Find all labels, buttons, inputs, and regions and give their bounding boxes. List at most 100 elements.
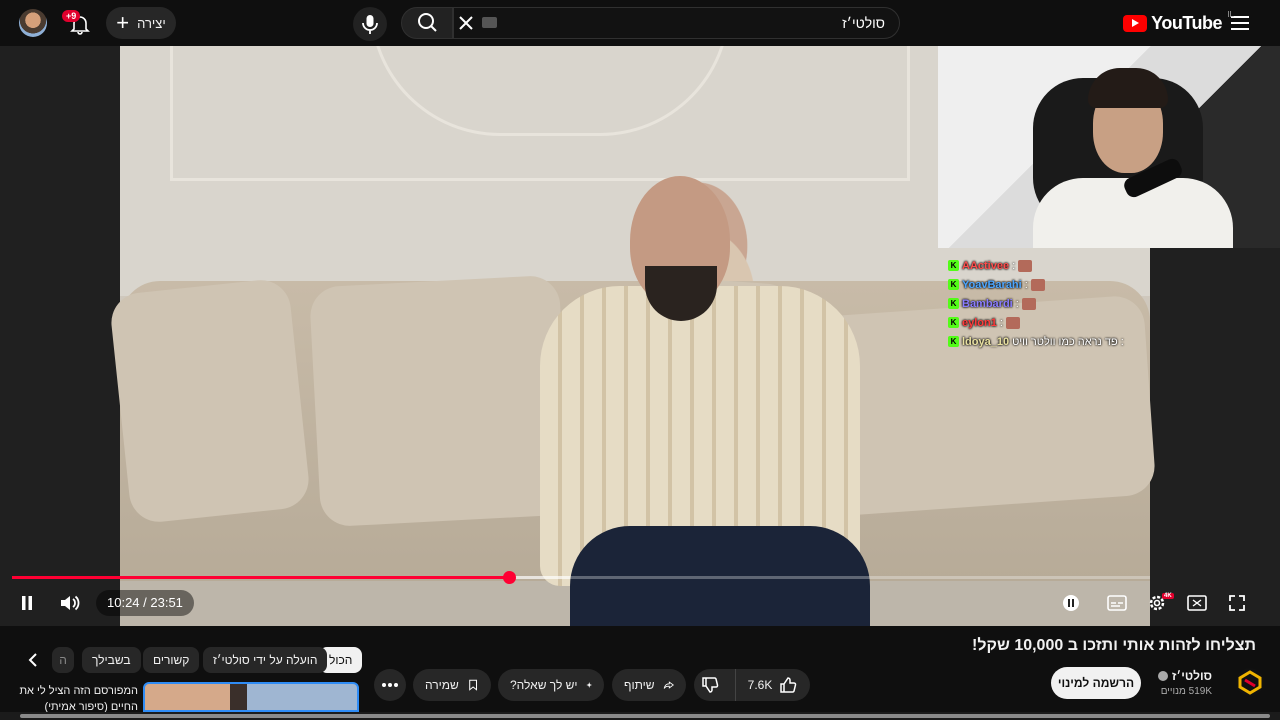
youtube-logo[interactable]: YouTube IL [1123, 10, 1234, 34]
kick-badge-icon: K [948, 279, 959, 290]
video-info-area: תצליחו לזהות אותי ותזכו ב 10,000 שקל! סו… [0, 626, 1280, 720]
top-bar: YouTube IL + יצירה +9 [0, 0, 1280, 46]
scrollbar-thumb[interactable] [20, 714, 1270, 718]
search-box [453, 7, 900, 39]
subscribe-button[interactable]: הרשמה למינוי [1051, 667, 1141, 699]
kick-badge-icon: K [948, 336, 959, 347]
chevron-left-icon [28, 653, 37, 667]
account-avatar[interactable] [19, 9, 47, 37]
clear-search-icon[interactable] [455, 12, 477, 34]
ask-label: יש לך שאלה? [510, 678, 578, 692]
share-button[interactable]: שיתוף [612, 669, 686, 701]
chat-username: Bambardi [962, 297, 1013, 310]
like-button[interactable]: 7.6K [734, 669, 810, 701]
thumbs-down-icon [702, 677, 719, 693]
share-icon [663, 681, 674, 689]
save-button[interactable]: שמירה [413, 669, 491, 701]
channel-logo-icon [1238, 670, 1262, 695]
sofa-cushion [308, 274, 572, 528]
progress-scrubber-handle[interactable] [502, 571, 516, 584]
chat-text: : [1015, 297, 1019, 310]
recommended-video-thumbnail[interactable] [143, 682, 359, 712]
pause-button[interactable] [14, 589, 40, 617]
chat-message: K Bambardi : [948, 294, 1148, 313]
share-label: שיתוף [624, 678, 655, 692]
country-code: IL [1227, 10, 1234, 19]
fullscreen-icon [1229, 595, 1245, 611]
chat-text: : [999, 316, 1003, 329]
chat-text: : [1024, 278, 1028, 291]
subtitles-icon [1107, 595, 1127, 611]
thumbs-up-icon [780, 677, 797, 693]
recommended-video-title[interactable]: המפורסם הזה הציל לי את החיים (סיפור אמית… [8, 683, 138, 715]
microphone-icon [362, 15, 378, 34]
bookmark-icon [468, 679, 477, 691]
kick-badge-icon: K [948, 298, 959, 309]
emote-icon [1018, 259, 1033, 272]
streamer-hair [1088, 68, 1168, 108]
chat-username: AActivee [962, 259, 1010, 272]
autoplay-pause-icon [1063, 595, 1079, 611]
quality-badge: 4K [1162, 593, 1174, 599]
chip-related[interactable]: קשורים [143, 647, 200, 673]
live-chat-overlay: K AActivee : K YoavBarahi : K Bambardi :… [948, 256, 1148, 351]
chip-uploaded-by-channel[interactable]: הועלה על ידי סולטי׳ז [203, 647, 328, 673]
channel-name[interactable]: סולטי׳ז [1158, 669, 1212, 683]
sparkle-icon [585, 682, 592, 688]
theater-mode-button[interactable] [1184, 589, 1210, 617]
chat-message: K YoavBarahi : [948, 275, 1148, 294]
chips-scroll-left-button[interactable] [22, 646, 46, 674]
pause-icon [22, 596, 32, 610]
voice-search-button[interactable] [353, 7, 387, 41]
emote-icon [1005, 316, 1020, 329]
horizontal-scrollbar[interactable] [0, 712, 1280, 720]
progress-played [12, 576, 509, 579]
volume-button[interactable] [56, 589, 84, 617]
chat-message: K AActivee : [948, 256, 1148, 275]
kick-badge-icon: K [948, 260, 959, 271]
chat-message: K ldoya_10 : פד נראה כמו וולטר וויט [948, 332, 1148, 351]
like-dislike-group: 7.6K [694, 669, 810, 701]
youtube-watch-page: YouTube IL + יצירה +9 [0, 0, 1280, 720]
plus-icon: + [116, 10, 130, 35]
chat-text: : פד נראה כמו וולטר וויט [1012, 335, 1124, 348]
chip-for-you[interactable]: בשבילך [82, 647, 141, 673]
create-label: יצירה [137, 15, 166, 31]
chat-text: : [1012, 259, 1016, 272]
chat-username: YoavBarahi [962, 278, 1022, 291]
create-button[interactable]: + יצירה [106, 7, 176, 39]
chat-username: ldoya_10 [962, 335, 1010, 348]
chat-username: eylon1 [962, 316, 997, 329]
video-player[interactable]: K AActivee : K YoavBarahi : K Bambardi :… [0, 46, 1280, 626]
youtube-play-icon [1123, 15, 1148, 32]
channel-name-text: סולטי׳ז [1172, 669, 1212, 683]
dislike-button[interactable] [694, 669, 727, 701]
subtitles-button[interactable] [1104, 589, 1130, 617]
volume-icon [61, 595, 80, 611]
channel-avatar[interactable] [1236, 668, 1264, 696]
kick-badge-icon: K [948, 317, 959, 328]
progress-bar[interactable] [12, 571, 1150, 584]
fullscreen-button[interactable] [1224, 589, 1250, 617]
theater-mode-icon [1187, 595, 1207, 611]
like-count: 7.6K [747, 678, 773, 692]
keyboard-icon[interactable] [482, 17, 497, 28]
subscriber-count: 519K מנויים [1160, 686, 1212, 697]
more-horizontal-icon [382, 683, 398, 687]
search-button[interactable] [401, 7, 453, 39]
streamer-webcam-overlay [938, 46, 1280, 248]
notifications-badge: +9 [62, 10, 81, 22]
chat-message: K eylon1 : [948, 313, 1148, 332]
sofa-cushion [108, 277, 312, 525]
verified-icon [1158, 671, 1168, 681]
chip-partial[interactable]: ה [52, 647, 74, 673]
more-actions-button[interactable] [374, 669, 406, 701]
time-display: 10:24 / 23:51 [96, 590, 194, 616]
video-title: תצליחו לזהות אותי ותזכו ב 10,000 שקל! [972, 637, 1256, 654]
logo-text: YouTube [1151, 13, 1222, 33]
search-icon [418, 13, 437, 32]
save-label: שמירה [425, 678, 459, 692]
search-input[interactable] [505, 15, 885, 31]
autoplay-toggle[interactable] [1058, 589, 1084, 617]
ask-button[interactable]: יש לך שאלה? [498, 669, 604, 701]
